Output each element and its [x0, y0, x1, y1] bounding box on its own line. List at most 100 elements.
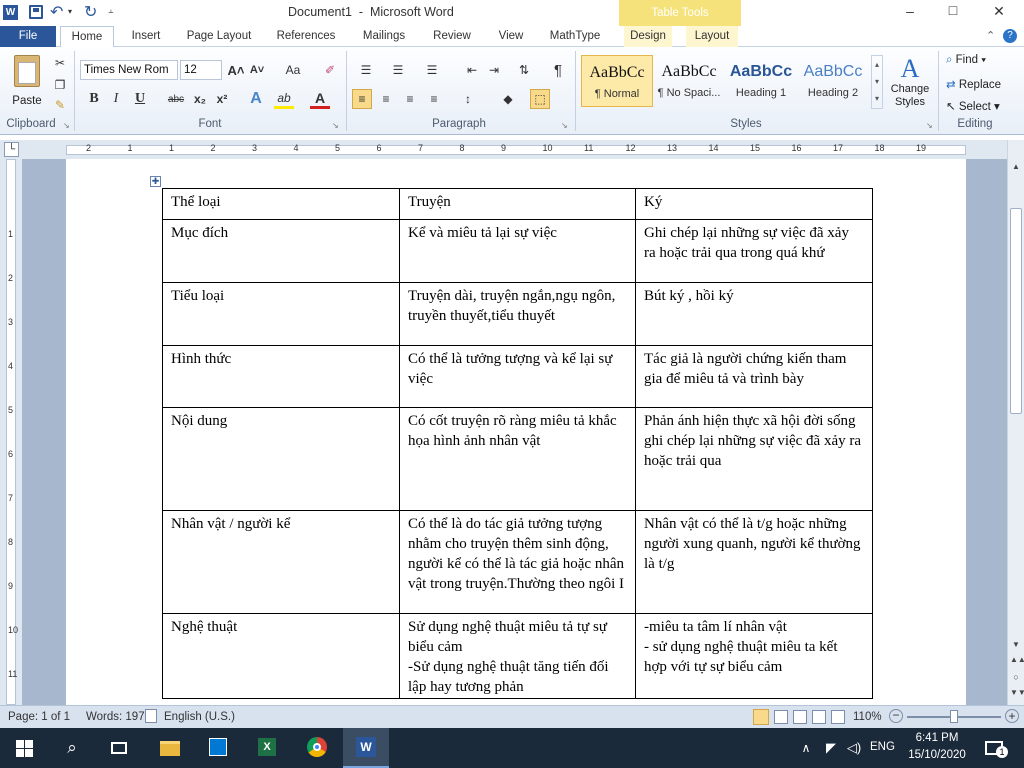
align-center-icon[interactable]: ≡	[376, 89, 396, 109]
table-cell[interactable]: Phản ánh hiện thực xã hội đời sống ghi c…	[635, 407, 873, 511]
table-cell[interactable]: -miêu ta tâm lí nhân vật - sử dụng nghệ …	[635, 613, 873, 699]
font-name-combo[interactable]: Times New Rom	[80, 60, 178, 80]
document-page[interactable]: ✚ Thể loại Truyện Ký Mục đích Kể và miêu tả …	[66, 159, 966, 705]
styles-scroll-icon[interactable]: ▴ ▾ ▾	[871, 55, 883, 109]
style-normal[interactable]: AaBbCc ¶ Normal	[581, 55, 653, 107]
excel-icon[interactable]: X	[256, 736, 278, 758]
borders-icon[interactable]: ⬚	[530, 89, 550, 109]
store-icon[interactable]	[207, 736, 229, 758]
scroll-up-arrow-icon[interactable]: ▲	[1010, 162, 1022, 176]
copy-icon[interactable]: ❐	[50, 75, 70, 95]
style-no-spacing[interactable]: AaBbCc ¶ No Spaci...	[653, 55, 725, 107]
comparison-table[interactable]: Thể loại Truyện Ký Mục đích Kể và miêu tả lạ…	[162, 188, 873, 699]
zoom-slider-thumb[interactable]	[950, 710, 958, 723]
language-status[interactable]: English (U.S.)	[164, 711, 235, 723]
align-right-icon[interactable]: ≡	[400, 89, 420, 109]
table-cell[interactable]: Có cốt truyện rõ ràng miêu tả khắc họa h…	[399, 407, 636, 511]
tab-selector-icon[interactable]: └	[4, 142, 19, 157]
table-cell[interactable]: Ghi chép lại những sự việc đã xảy ra hoặ…	[635, 219, 873, 283]
table-cell[interactable]: Bút ký , hồi ký	[635, 282, 873, 346]
justify-icon[interactable]: ≡	[424, 89, 444, 109]
table-row[interactable]: Nhân vật / người kể Có thể là do tác giả …	[162, 510, 873, 614]
find-button[interactable]: ⌕ Find ▾	[946, 54, 986, 67]
table-cell[interactable]: Ký	[635, 188, 873, 220]
zoom-in-icon[interactable]: +	[1005, 709, 1019, 723]
table-cell[interactable]: Hình thức	[162, 345, 400, 408]
numbering-icon[interactable]: ☰	[388, 60, 408, 80]
scroll-down-arrow-icon[interactable]: ▼	[1010, 640, 1022, 654]
tab-design[interactable]: Design	[624, 26, 672, 47]
select-button[interactable]: ↖ Select ▾	[946, 99, 1000, 113]
table-cell[interactable]: Tiểu loại	[162, 282, 400, 346]
tab-review[interactable]: Review	[427, 26, 477, 47]
clock-date[interactable]: 15/10/2020	[905, 749, 969, 761]
table-cell[interactable]: Nhân vật / người kể	[162, 510, 400, 614]
table-row[interactable]: Mục đích Kể và miêu tả lại sự việc Ghi ché…	[162, 219, 873, 283]
draft-view-icon[interactable]	[831, 710, 845, 724]
cut-icon[interactable]: ✂	[50, 53, 70, 73]
table-cell[interactable]: Nhân vật có thể là t/g hoặc những người …	[635, 510, 873, 614]
style-heading-2[interactable]: AaBbCc Heading 2	[797, 55, 869, 107]
page-count[interactable]: Page: 1 of 1	[8, 711, 70, 723]
undo-dropdown-icon[interactable]: ▾	[68, 7, 72, 16]
proofing-icon[interactable]	[145, 709, 157, 723]
table-row[interactable]: Thể loại Truyện Ký	[162, 188, 873, 220]
underline-button[interactable]: U	[130, 89, 150, 109]
table-cell[interactable]: Có thể là tưởng tượng và kể lại sự việc	[399, 345, 636, 408]
full-screen-view-icon[interactable]	[774, 710, 788, 724]
horizontal-ruler[interactable]: └ 2 1 1 2 3 4 5 6 7 8 9 10 11 12 13 14 15 16 17 18 19	[0, 140, 1024, 159]
print-layout-view-icon[interactable]	[753, 709, 769, 725]
redo-icon[interactable]: ↻	[84, 2, 97, 22]
clear-formatting-icon[interactable]: ✐	[320, 60, 340, 80]
table-row[interactable]: Nghệ thuật Sử dụng nghệ thuật miêu tả tự …	[162, 613, 873, 699]
tab-file[interactable]: File	[0, 26, 56, 47]
paragraph-launcher-icon[interactable]: ↘	[561, 121, 568, 130]
tab-insert[interactable]: Insert	[124, 26, 168, 47]
shading-icon[interactable]: ◆	[498, 89, 518, 109]
table-cell[interactable]: Nội dung	[162, 407, 400, 511]
restore-button[interactable]: □	[941, 2, 965, 18]
web-layout-view-icon[interactable]	[793, 710, 807, 724]
decrease-indent-icon[interactable]: ⇤	[462, 60, 482, 80]
align-left-icon[interactable]: ≡	[352, 89, 372, 109]
font-launcher-icon[interactable]: ↘	[332, 121, 339, 130]
customize-qat-icon[interactable]: ⫠	[108, 5, 113, 16]
show-formatting-button[interactable]: ¶	[548, 60, 568, 80]
table-move-handle-icon[interactable]: ✚	[150, 176, 161, 187]
line-spacing-icon[interactable]: ↕	[458, 89, 478, 109]
subscript-button[interactable]: x₂	[190, 89, 210, 109]
help-icon[interactable]: ?	[1003, 29, 1017, 43]
word-app-icon[interactable]: W	[3, 5, 18, 20]
styles-launcher-icon[interactable]: ↘	[926, 121, 933, 130]
highlight-button[interactable]: ab	[274, 89, 294, 109]
tab-mathtype[interactable]: MathType	[543, 26, 607, 47]
grow-font-button[interactable]: A˄	[226, 60, 246, 80]
clipboard-launcher-icon[interactable]: ↘	[63, 121, 70, 130]
italic-button[interactable]: I	[106, 89, 126, 109]
paste-button[interactable]: Paste	[6, 53, 48, 115]
next-page-icon[interactable]: ▼▼	[1010, 688, 1024, 697]
table-cell[interactable]: Sử dụng nghệ thuật miêu tả tự sự biểu cả…	[399, 613, 636, 699]
multilevel-list-icon[interactable]: ☰	[422, 60, 442, 80]
input-language[interactable]: ENG	[870, 741, 895, 753]
minimize-button[interactable]: –	[898, 3, 922, 19]
previous-page-icon[interactable]: ▲▲	[1010, 655, 1024, 664]
tab-home[interactable]: Home	[60, 26, 114, 47]
undo-icon[interactable]: ↶	[50, 2, 63, 22]
table-cell[interactable]: Mục đích	[162, 219, 400, 283]
tab-layout[interactable]: Layout	[686, 26, 738, 47]
tab-mailings[interactable]: Mailings	[356, 26, 412, 47]
minimize-ribbon-icon[interactable]: ⌃	[986, 29, 995, 42]
table-cell[interactable]: Truyện	[399, 188, 636, 220]
style-heading-1[interactable]: AaBbCc Heading 1	[725, 55, 797, 107]
outline-view-icon[interactable]	[812, 710, 826, 724]
clock-time[interactable]: 6:41 PM	[910, 732, 964, 744]
table-cell[interactable]: Thể loại	[162, 188, 400, 220]
volume-icon[interactable]: ◁)	[843, 737, 865, 759]
search-icon[interactable]: ⌕	[61, 737, 83, 759]
strikethrough-button[interactable]: abc	[166, 89, 186, 109]
windows-start-icon[interactable]	[13, 737, 35, 759]
change-case-button[interactable]: Aa	[281, 60, 305, 80]
shrink-font-button[interactable]: A˅	[247, 60, 267, 80]
task-view-icon[interactable]	[108, 737, 130, 759]
